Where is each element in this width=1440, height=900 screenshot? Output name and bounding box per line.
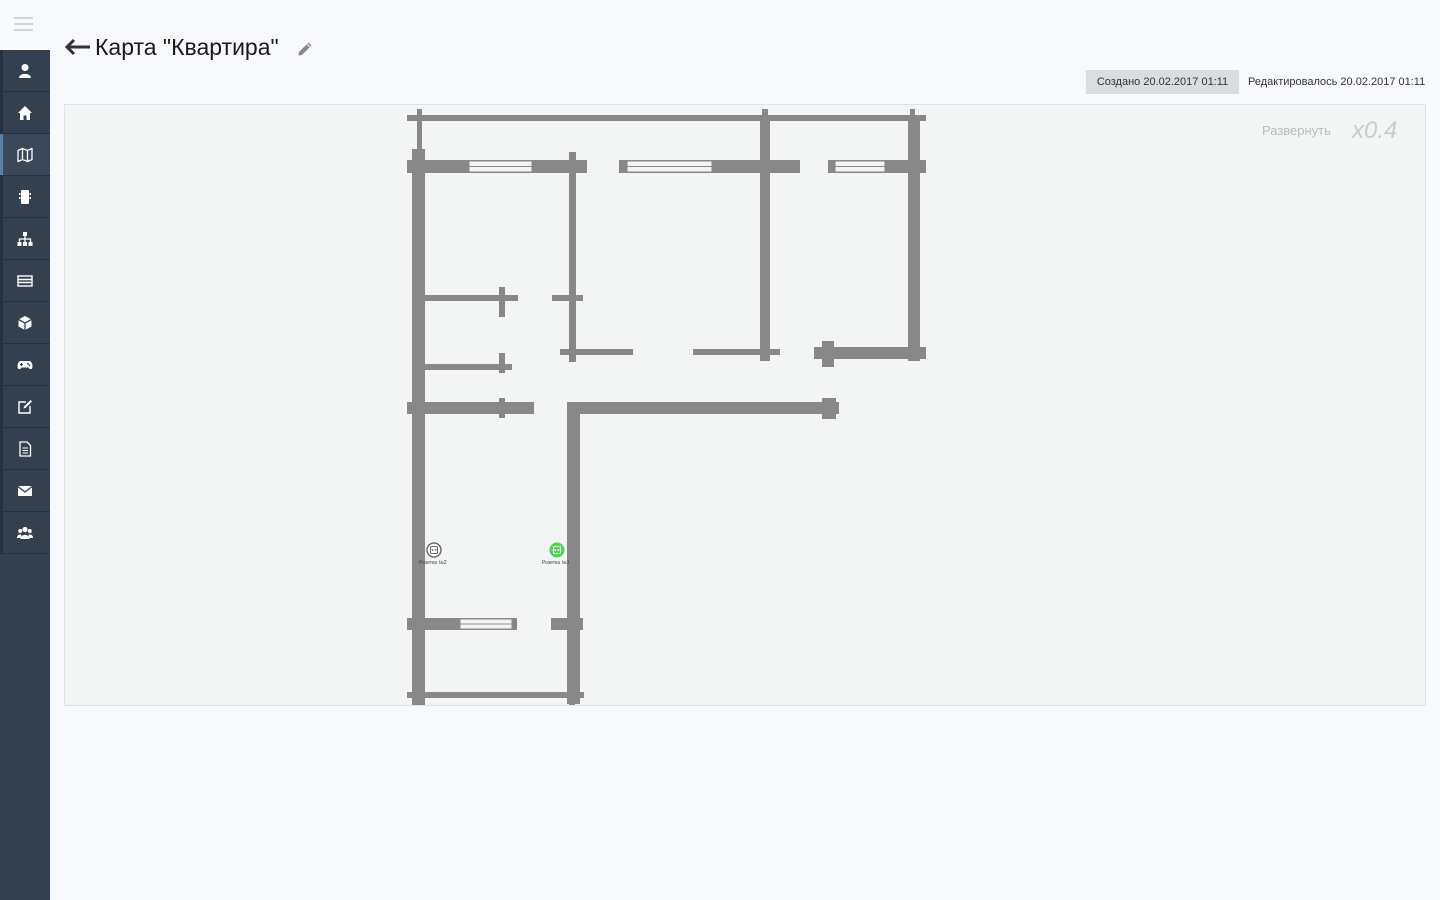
sidebar-item-users[interactable]	[0, 512, 50, 554]
sidebar-item-structure[interactable]	[0, 218, 50, 260]
menu-toggle-icon[interactable]	[14, 17, 33, 32]
device-label: Розетка №2	[419, 560, 447, 566]
expand-button[interactable]: Развернуть	[1262, 123, 1331, 138]
home-icon	[18, 106, 32, 120]
created-date-badge: Создано 20.02.2017 01:11	[1086, 70, 1239, 94]
sidebar-item-messages[interactable]	[0, 470, 50, 512]
pencil-icon[interactable]	[297, 41, 313, 57]
sidebar-item-home[interactable]	[0, 92, 50, 134]
page-title: Карта "Квартира"	[95, 34, 279, 60]
window-top-2	[626, 160, 713, 173]
socket-icon	[549, 542, 565, 558]
envelope-icon	[17, 485, 33, 496]
sidebar-header	[0, 0, 50, 50]
window-bottom	[459, 618, 513, 630]
sidebar-item-edit[interactable]	[0, 386, 50, 428]
users-icon	[17, 526, 33, 539]
sidebar-item-scenarios[interactable]	[0, 344, 50, 386]
window-top-3	[834, 160, 886, 173]
user-icon	[19, 64, 31, 78]
edited-date-label: Редактировалось 20.02.2017 01:11	[1248, 76, 1426, 88]
sidebar-item-profile[interactable]	[0, 50, 50, 92]
sidebar	[0, 50, 50, 900]
cube-icon	[18, 316, 32, 330]
sitemap-icon	[17, 232, 33, 246]
back-arrow-icon[interactable]	[65, 38, 91, 56]
sidebar-item-lists[interactable]	[0, 260, 50, 302]
zoom-level: x0.4	[1352, 117, 1398, 144]
sidebar-item-objects[interactable]	[0, 302, 50, 344]
document-icon	[19, 441, 32, 457]
window-top-1	[468, 160, 533, 173]
gamepad-icon	[17, 361, 33, 370]
list-icon	[17, 275, 33, 287]
sidebar-item-devices[interactable]	[0, 176, 50, 218]
socket-icon	[426, 542, 442, 558]
sidebar-item-documents[interactable]	[0, 428, 50, 470]
device-icon	[19, 190, 31, 204]
map-icon	[17, 147, 33, 163]
device-label: Розетка №1	[542, 560, 570, 566]
floor-plan	[407, 109, 926, 705]
edit-icon	[18, 400, 32, 414]
sidebar-item-maps[interactable]	[0, 134, 50, 176]
map-canvas[interactable]: Розетка №2 Розетка №1 Развернуть x0.4	[64, 104, 1426, 706]
